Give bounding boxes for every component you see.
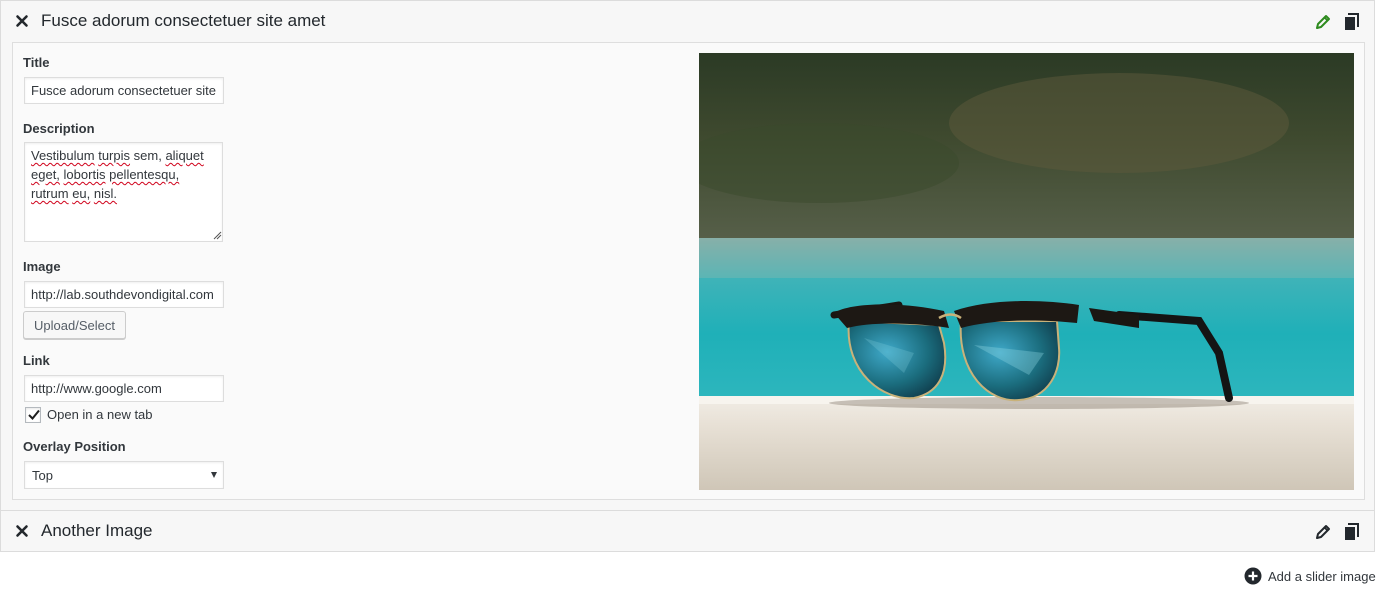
description-word: eget, xyxy=(31,167,60,182)
description-word: pellentesqu, xyxy=(109,167,180,182)
slide-panel-2: Another Image xyxy=(0,510,1375,552)
add-slider-image-label: Add a slider image xyxy=(1268,568,1376,584)
copy-icon[interactable] xyxy=(1344,13,1360,31)
pencil-icon[interactable] xyxy=(1314,523,1332,541)
new-tab-label: Open in a new tab xyxy=(47,407,153,422)
slide-header[interactable]: Another Image xyxy=(1,511,1374,552)
plus-circle-icon xyxy=(1244,567,1262,585)
upload-select-button[interactable]: Upload/Select xyxy=(23,311,126,339)
overlay-position-select[interactable]: Top xyxy=(24,461,224,489)
close-icon[interactable] xyxy=(14,523,30,539)
pencil-icon[interactable] xyxy=(1314,13,1332,31)
slide-title: Fusce adorum consectetuer site amet xyxy=(41,11,326,30)
description-word: rutrum xyxy=(31,186,69,201)
description-textarea[interactable]: Vestibulum turpis sem, aliquet eget, lob… xyxy=(24,142,223,242)
slide-image-preview xyxy=(699,53,1354,490)
overlay-position-label: Overlay Position xyxy=(23,439,126,454)
description-word: aliquet xyxy=(165,148,204,163)
slide-panel-1: Fusce adorum consectetuer site amet Titl… xyxy=(0,0,1375,511)
checkmark-icon xyxy=(28,409,40,420)
image-label: Image xyxy=(23,259,61,274)
description-word: eu, xyxy=(72,186,91,201)
description-word: turpis xyxy=(98,148,131,163)
close-icon[interactable] xyxy=(14,13,30,29)
slide-settings-body: Title Description Vestibulum turpis sem,… xyxy=(12,42,1365,500)
link-input[interactable] xyxy=(24,375,224,402)
title-label: Title xyxy=(23,55,50,70)
image-url-input[interactable] xyxy=(24,281,224,308)
overlay-position-value: Top xyxy=(32,468,53,483)
resize-grip-icon[interactable] xyxy=(212,230,222,240)
title-input[interactable] xyxy=(24,77,224,104)
add-slider-image-button[interactable]: Add a slider image xyxy=(1244,567,1376,585)
link-label: Link xyxy=(23,353,50,368)
description-word: Vestibulum xyxy=(31,148,95,163)
description-word: lobortis xyxy=(63,167,106,182)
copy-icon[interactable] xyxy=(1344,523,1360,541)
new-tab-checkbox[interactable] xyxy=(25,407,41,423)
slide-header[interactable]: Fusce adorum consectetuer site amet xyxy=(1,1,1374,42)
slide-title: Another Image xyxy=(41,521,153,540)
dropdown-arrow-icon xyxy=(211,472,217,478)
sunglasses-photo xyxy=(699,53,1354,490)
description-word: nisl. xyxy=(93,186,118,201)
description-word: sem, xyxy=(133,148,162,163)
description-label: Description xyxy=(23,121,95,136)
